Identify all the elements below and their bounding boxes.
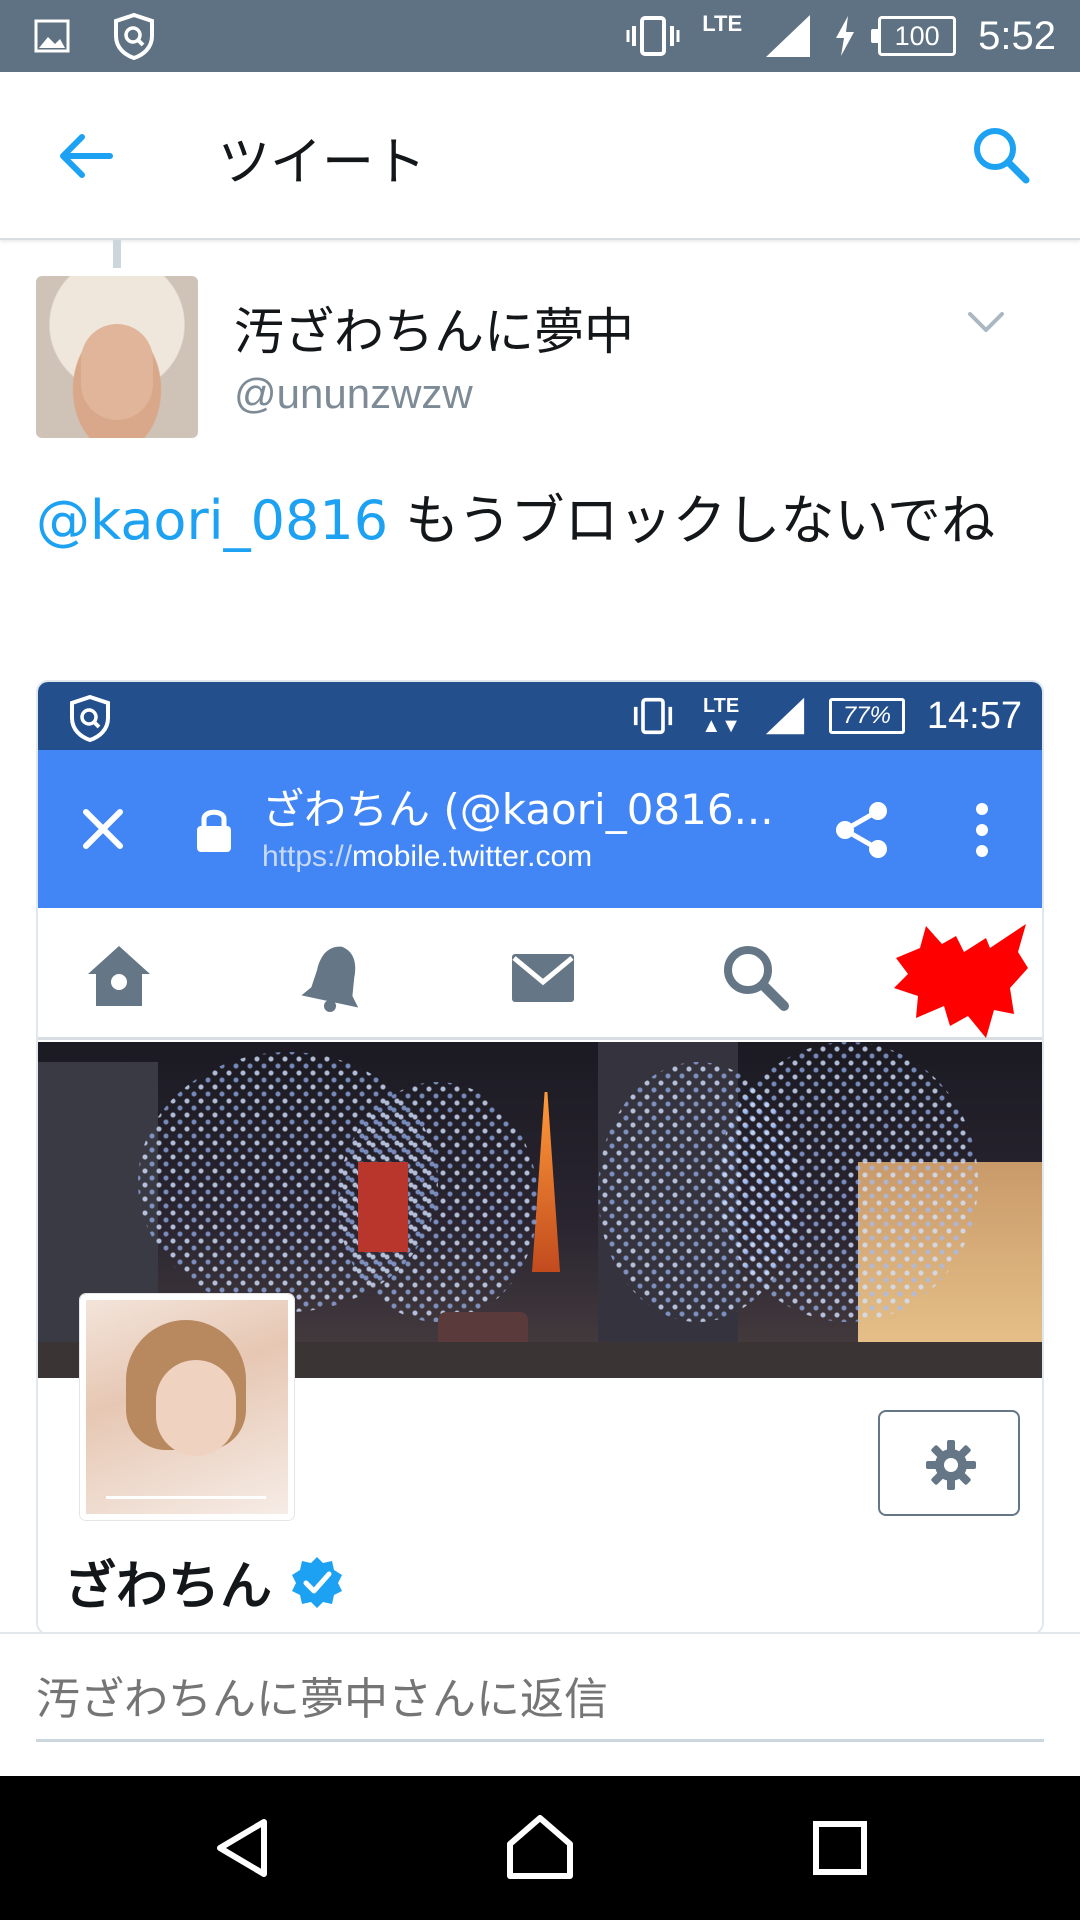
author-avatar[interactable]: [36, 276, 198, 438]
embedded-twitter-nav: [38, 908, 1042, 1040]
mention-link[interactable]: @kaori_0816: [36, 489, 388, 552]
app-bar: ツイート: [0, 72, 1080, 240]
charging-icon: [836, 16, 855, 56]
page-title: ツイート: [218, 133, 427, 193]
back-triangle-icon[interactable]: [208, 1812, 280, 1884]
embedded-browser-toolbar: ざわちん (@kaori_0816... https://mobile.twit…: [38, 750, 1042, 908]
signal-icon: [766, 15, 811, 57]
back-arrow-icon[interactable]: [56, 126, 116, 186]
author-display-name[interactable]: 汚ざわちんに夢中: [234, 292, 634, 364]
thread-connector: [113, 240, 121, 268]
reply-input[interactable]: [36, 1660, 1044, 1742]
shield-icon: [114, 12, 154, 60]
status-bar: LTE 100 5:52: [0, 0, 1080, 72]
search-icon[interactable]: [970, 124, 1032, 186]
embedded-status-bar: LTE ▲▼ 77% 14:57: [38, 682, 1042, 750]
battery-indicator: 100: [871, 16, 957, 56]
recent-apps-icon[interactable]: [804, 1812, 876, 1884]
vibrate-icon: [634, 697, 673, 735]
tweet-body: もうブロックしないでね: [388, 489, 995, 552]
embedded-page-title: ざわちん (@kaori_0816...: [262, 785, 774, 834]
home-circle-icon[interactable]: [504, 1812, 576, 1884]
embedded-network-type: LTE ▲▼: [701, 695, 741, 737]
share-icon: [836, 802, 887, 858]
system-nav-bar: [0, 1776, 1080, 1920]
vibrate-icon: [626, 16, 680, 56]
gear-icon: [926, 1440, 976, 1490]
reply-bar: [0, 1632, 1080, 1776]
signal-icon: [765, 697, 805, 735]
lock-icon: [197, 809, 231, 852]
more-vertical-icon: [976, 803, 988, 857]
shield-icon: [70, 694, 110, 742]
embedded-clock: 14:57: [926, 694, 1022, 737]
tweet-media-image[interactable]: LTE ▲▼ 77% 14:57 ざわちん (@kaori_0816... htt…: [36, 680, 1044, 1635]
image-notification-icon: [34, 19, 70, 53]
redaction-scribble: [894, 924, 1028, 1038]
author-handle[interactable]: @ununzwzw: [234, 370, 473, 418]
chevron-down-icon[interactable]: [964, 300, 1008, 344]
embedded-profile-picture: [80, 1294, 294, 1520]
embedded-profile-name: ざわちん: [64, 1544, 344, 1619]
clock: 5:52: [978, 13, 1056, 58]
embedded-battery: 77%: [828, 698, 905, 734]
network-type-label: LTE: [702, 11, 743, 36]
verified-badge-icon: [292, 1556, 343, 1608]
settings-button: [878, 1410, 1020, 1516]
search-icon: [724, 946, 789, 1011]
mail-icon: [512, 954, 574, 1002]
close-icon: [83, 809, 123, 849]
embedded-url: https://mobile.twitter.com: [262, 840, 593, 873]
bell-icon: [301, 946, 359, 1012]
battery-level: 100: [894, 20, 940, 51]
tweet-text: @kaori_0816 もうブロックしないでね: [36, 480, 1016, 562]
home-icon: [88, 946, 150, 1006]
